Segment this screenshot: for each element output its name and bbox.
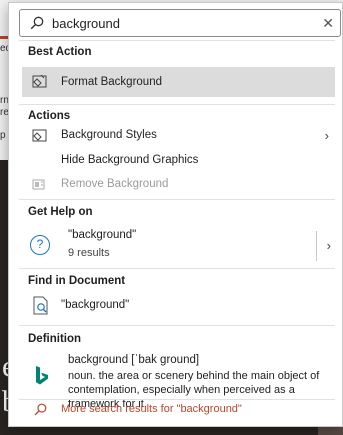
format-background-icon	[32, 73, 48, 89]
action-hide-background-graphics[interactable]: Hide Background Graphics	[22, 150, 335, 170]
chevron-right-icon[interactable]: ›	[327, 238, 331, 253]
help-title: "background"	[68, 229, 137, 241]
best-action-heading: Best Action	[28, 46, 92, 58]
definition-heading: Definition	[28, 333, 82, 345]
help-results-count: 9 results	[68, 247, 110, 259]
format-background-label: Format Background	[61, 76, 162, 88]
remove-background-icon	[32, 176, 48, 192]
find-in-document-item[interactable]: "background"	[22, 293, 335, 317]
find-in-document-heading: Find in Document	[28, 275, 126, 287]
search-input[interactable]	[52, 13, 312, 33]
search-icon	[34, 403, 47, 419]
remove-background-label: Remove Background	[61, 178, 169, 190]
divider	[19, 325, 335, 326]
get-help-item[interactable]: ? "background" 9 results ›	[22, 227, 335, 267]
find-document-label: "background"	[61, 299, 130, 311]
clear-search-icon[interactable]: ✕	[322, 15, 334, 31]
action-background-styles[interactable]: Background Styles ›	[22, 125, 335, 145]
background-text-fragment: p	[0, 130, 6, 141]
more-search-results-label: More search results for "background"	[61, 403, 242, 415]
chevron-right-icon: ›	[324, 128, 329, 143]
get-help-heading: Get Help on	[28, 206, 93, 218]
best-action-format-background[interactable]: Format Background	[22, 67, 335, 97]
background-styles-label: Background Styles	[61, 129, 157, 141]
search-results-popup: ✕ Best Action Format Background Actions …	[8, 2, 343, 427]
divider	[19, 40, 335, 41]
search-box[interactable]: ✕	[19, 9, 341, 37]
action-remove-background: Remove Background	[22, 174, 335, 194]
help-question-icon: ?	[30, 235, 50, 255]
actions-heading: Actions	[28, 110, 71, 122]
find-document-icon	[32, 296, 50, 316]
more-search-results-link[interactable]: More search results for "background"	[22, 400, 335, 420]
hide-background-graphics-label: Hide Background Graphics	[61, 154, 199, 166]
background-styles-icon	[32, 127, 48, 143]
divider	[19, 268, 335, 269]
search-icon	[30, 16, 44, 33]
bing-logo-icon	[34, 365, 50, 390]
divider	[316, 231, 317, 261]
divider	[19, 104, 335, 105]
divider	[19, 199, 335, 200]
definition-word: background [ˈbak ground]	[68, 354, 200, 366]
